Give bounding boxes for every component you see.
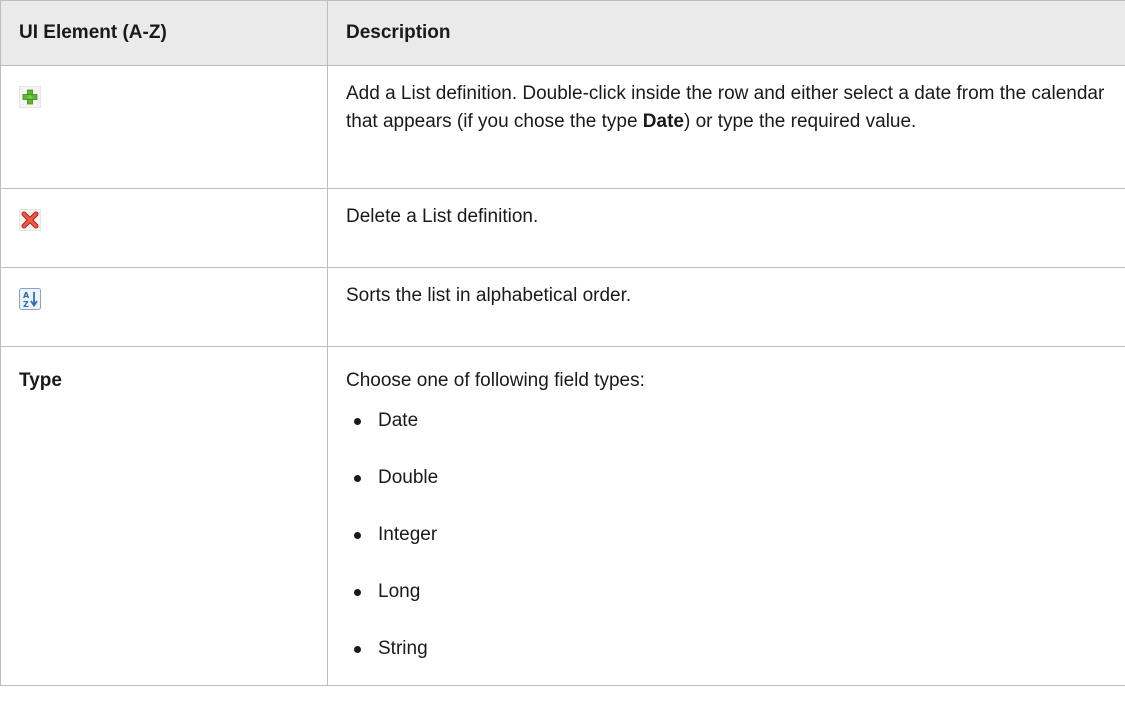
field-type-double: Double [378, 467, 439, 488]
sort-az-icon: A Z [19, 288, 41, 310]
bullet-icon [354, 532, 361, 539]
description-cell: Sorts the list in alphabetical order. [327, 267, 1125, 347]
field-type-string: String [378, 638, 428, 659]
table-row: A Z Sorts the list in alphabetical order… [0, 267, 1125, 347]
list-item: Integer [346, 521, 1107, 549]
ui-element-cell: Type [0, 346, 328, 686]
svg-text:A: A [23, 291, 30, 300]
ui-element-cell [0, 188, 328, 268]
type-label: Type [19, 370, 62, 391]
svg-text:Z: Z [23, 300, 29, 309]
bullet-icon [354, 589, 361, 596]
list-item: String [346, 635, 1107, 663]
table-header-row: UI Element (A-Z) Description [0, 0, 1125, 66]
description-cell: Add a List definition. Double-click insi… [327, 65, 1125, 189]
field-type-list: Date Double Integer Long String [346, 407, 1107, 663]
list-item: Date [346, 407, 1107, 435]
ui-element-cell: A Z [0, 267, 328, 347]
add-description-date-bold: Date [642, 111, 684, 132]
add-plus-icon [19, 86, 41, 108]
field-type-integer: Integer [378, 524, 438, 545]
description-cell: Delete a List definition. [327, 188, 1125, 268]
list-item: Long [346, 578, 1107, 606]
field-type-long: Long [378, 581, 421, 602]
ui-elements-table: UI Element (A-Z) Description Add a List … [0, 0, 1125, 686]
sort-description-text: Sorts the list in alphabetical order. [346, 285, 632, 306]
table-row: Type Choose one of following field types… [0, 346, 1125, 686]
table-row: Delete a List definition. [0, 188, 1125, 268]
description-cell: Choose one of following field types: Dat… [327, 346, 1125, 686]
header-description: Description [327, 0, 1125, 66]
bullet-icon [354, 418, 361, 425]
type-description-text: Choose one of following field types: [346, 370, 645, 391]
delete-description-text: Delete a List definition. [346, 206, 539, 227]
field-type-date: Date [378, 410, 419, 431]
delete-x-icon [19, 209, 41, 231]
ui-element-cell [0, 65, 328, 189]
list-item: Double [346, 464, 1107, 492]
add-description-text-end: ) or type the required value. [683, 111, 917, 132]
table-row: Add a List definition. Double-click insi… [0, 65, 1125, 189]
header-ui-element: UI Element (A-Z) [0, 0, 328, 66]
bullet-icon [354, 475, 361, 482]
bullet-icon [354, 646, 361, 653]
